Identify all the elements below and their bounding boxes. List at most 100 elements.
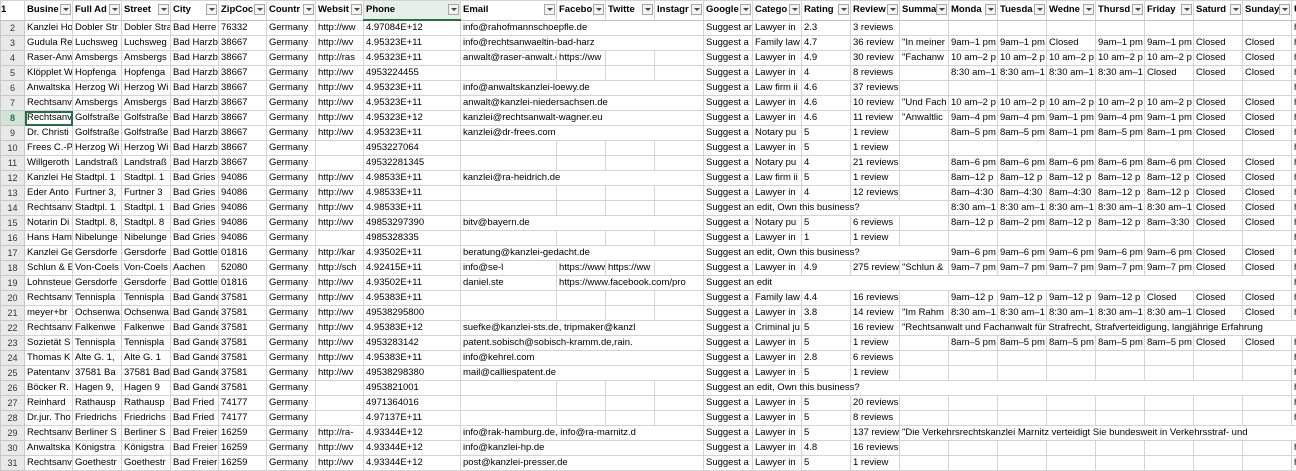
cell[interactable]: 52080 xyxy=(219,261,267,276)
cell[interactable]: Law firm ii xyxy=(753,81,802,96)
cell[interactable]: 37581 xyxy=(219,366,267,381)
cell[interactable] xyxy=(949,396,998,411)
row-number[interactable]: 8 xyxy=(1,111,25,126)
cell[interactable]: 38667 xyxy=(219,66,267,81)
cell[interactable]: Lawyer in xyxy=(753,261,802,276)
cell[interactable]: 37581 xyxy=(219,351,267,366)
cell[interactable]: Suggest a xyxy=(704,171,753,186)
cell[interactable]: 8am–6 pm xyxy=(949,156,998,171)
cell[interactable] xyxy=(606,291,655,306)
cell[interactable]: 37581 xyxy=(219,291,267,306)
cell[interactable]: 4.6 xyxy=(802,111,851,126)
cell[interactable] xyxy=(1194,141,1243,156)
cell[interactable]: 1 review xyxy=(851,141,900,156)
cell[interactable] xyxy=(1096,81,1145,96)
cell[interactable] xyxy=(949,441,998,456)
cell[interactable]: Closed xyxy=(1194,306,1243,321)
cell[interactable]: Germany xyxy=(267,381,316,396)
cell[interactable] xyxy=(606,156,655,171)
cell[interactable]: Bad Harzb xyxy=(171,141,219,156)
cell[interactable] xyxy=(557,66,606,81)
cell[interactable]: 1 review xyxy=(851,366,900,381)
cell[interactable]: 16259 xyxy=(219,456,267,471)
cell[interactable]: 37581 xyxy=(219,321,267,336)
cell[interactable] xyxy=(1096,396,1145,411)
filter-dropdown-icon[interactable] xyxy=(838,4,849,15)
cell[interactable]: 8am–5 pm xyxy=(998,126,1047,141)
cell[interactable]: Closed xyxy=(1243,156,1292,171)
cell[interactable]: 4.95323E+11 xyxy=(364,81,461,96)
cell[interactable]: Germany xyxy=(267,306,316,321)
cell[interactable]: 8am–5 pm xyxy=(998,336,1047,351)
row-number[interactable]: 6 xyxy=(1,81,25,96)
cell[interactable]: Luchsweg xyxy=(122,36,171,51)
cell[interactable]: Kanzlei He xyxy=(25,171,73,186)
cell[interactable]: Amsbergs xyxy=(122,96,171,111)
cell[interactable]: Landstraß xyxy=(122,156,171,171)
cell[interactable]: Tennispla xyxy=(122,336,171,351)
cell[interactable]: Closed xyxy=(1194,336,1243,351)
cell[interactable]: info@rak-hamburg.de, info@ra-marnitz.d xyxy=(461,426,704,441)
cell[interactable]: 4.93502E+11 xyxy=(364,276,461,291)
column-header[interactable]: Summa xyxy=(900,1,949,21)
cell[interactable]: "Fachanw xyxy=(900,51,949,66)
cell[interactable]: Bad Gries xyxy=(171,186,219,201)
cell[interactable]: 38667 xyxy=(219,126,267,141)
cell[interactable] xyxy=(949,456,998,471)
cell[interactable]: https://ma xyxy=(1292,66,1296,81)
cell[interactable] xyxy=(1243,456,1292,471)
cell[interactable]: Closed xyxy=(1243,51,1292,66)
cell[interactable]: Bad Harzb xyxy=(171,96,219,111)
row-number[interactable]: 4 xyxy=(1,51,25,66)
column-header[interactable]: Full Ad xyxy=(73,1,122,21)
cell[interactable] xyxy=(1145,141,1194,156)
column-header[interactable]: Countr xyxy=(267,1,316,21)
cell[interactable] xyxy=(606,381,655,396)
cell[interactable]: Rechtsanv xyxy=(25,321,73,336)
cell[interactable]: 9am–1 pm xyxy=(1047,111,1096,126)
cell[interactable]: Notary pu xyxy=(753,156,802,171)
cell[interactable]: 10 am–2 p xyxy=(1145,96,1194,111)
cell[interactable]: Bad Gande xyxy=(171,366,219,381)
cell[interactable] xyxy=(1243,81,1292,96)
filter-dropdown-icon[interactable] xyxy=(642,4,653,15)
cell[interactable]: "Anwaltlic xyxy=(900,111,949,126)
cell[interactable] xyxy=(900,396,949,411)
cell[interactable]: 10 am–2 p xyxy=(1096,51,1145,66)
cell[interactable]: Lawyer in xyxy=(753,66,802,81)
cell[interactable]: Suggest a xyxy=(704,426,753,441)
cell[interactable] xyxy=(557,231,606,246)
cell[interactable]: meyer+br xyxy=(25,306,73,321)
cell[interactable]: 10 am–2 p xyxy=(1047,51,1096,66)
cell[interactable] xyxy=(1047,456,1096,471)
cell[interactable] xyxy=(900,231,949,246)
cell[interactable]: Lawyer in xyxy=(753,186,802,201)
cell[interactable]: 9am–1 pm xyxy=(998,36,1047,51)
cell[interactable]: 4.6 xyxy=(802,81,851,96)
cell[interactable]: Closed xyxy=(1047,36,1096,51)
cell[interactable]: Suggest a xyxy=(704,51,753,66)
cell[interactable] xyxy=(1096,141,1145,156)
cell[interactable]: 137 review xyxy=(851,426,900,441)
column-header[interactable]: Websit xyxy=(316,1,364,21)
filter-dropdown-icon[interactable] xyxy=(206,4,217,15)
cell[interactable]: Lawyer in xyxy=(753,441,802,456)
cell[interactable] xyxy=(1047,141,1096,156)
column-header[interactable]: Sunday xyxy=(1243,1,1292,21)
cell[interactable] xyxy=(1243,141,1292,156)
cell[interactable]: Tennispla xyxy=(122,291,171,306)
cell[interactable]: https://ma xyxy=(1292,216,1296,231)
row-number[interactable]: 20 xyxy=(1,291,25,306)
cell[interactable] xyxy=(998,141,1047,156)
cell[interactable] xyxy=(655,396,704,411)
cell[interactable]: Suggest a xyxy=(704,126,753,141)
cell[interactable]: 9am–1 pm xyxy=(1096,36,1145,51)
cell[interactable]: 1 review xyxy=(851,171,900,186)
cell[interactable]: 37581 Bad xyxy=(122,366,171,381)
cell[interactable] xyxy=(900,156,949,171)
cell[interactable] xyxy=(1243,411,1292,426)
cell[interactable] xyxy=(557,186,606,201)
cell[interactable]: Suggest a xyxy=(704,306,753,321)
cell[interactable]: Closed xyxy=(1243,306,1292,321)
row-number[interactable]: 25 xyxy=(1,366,25,381)
